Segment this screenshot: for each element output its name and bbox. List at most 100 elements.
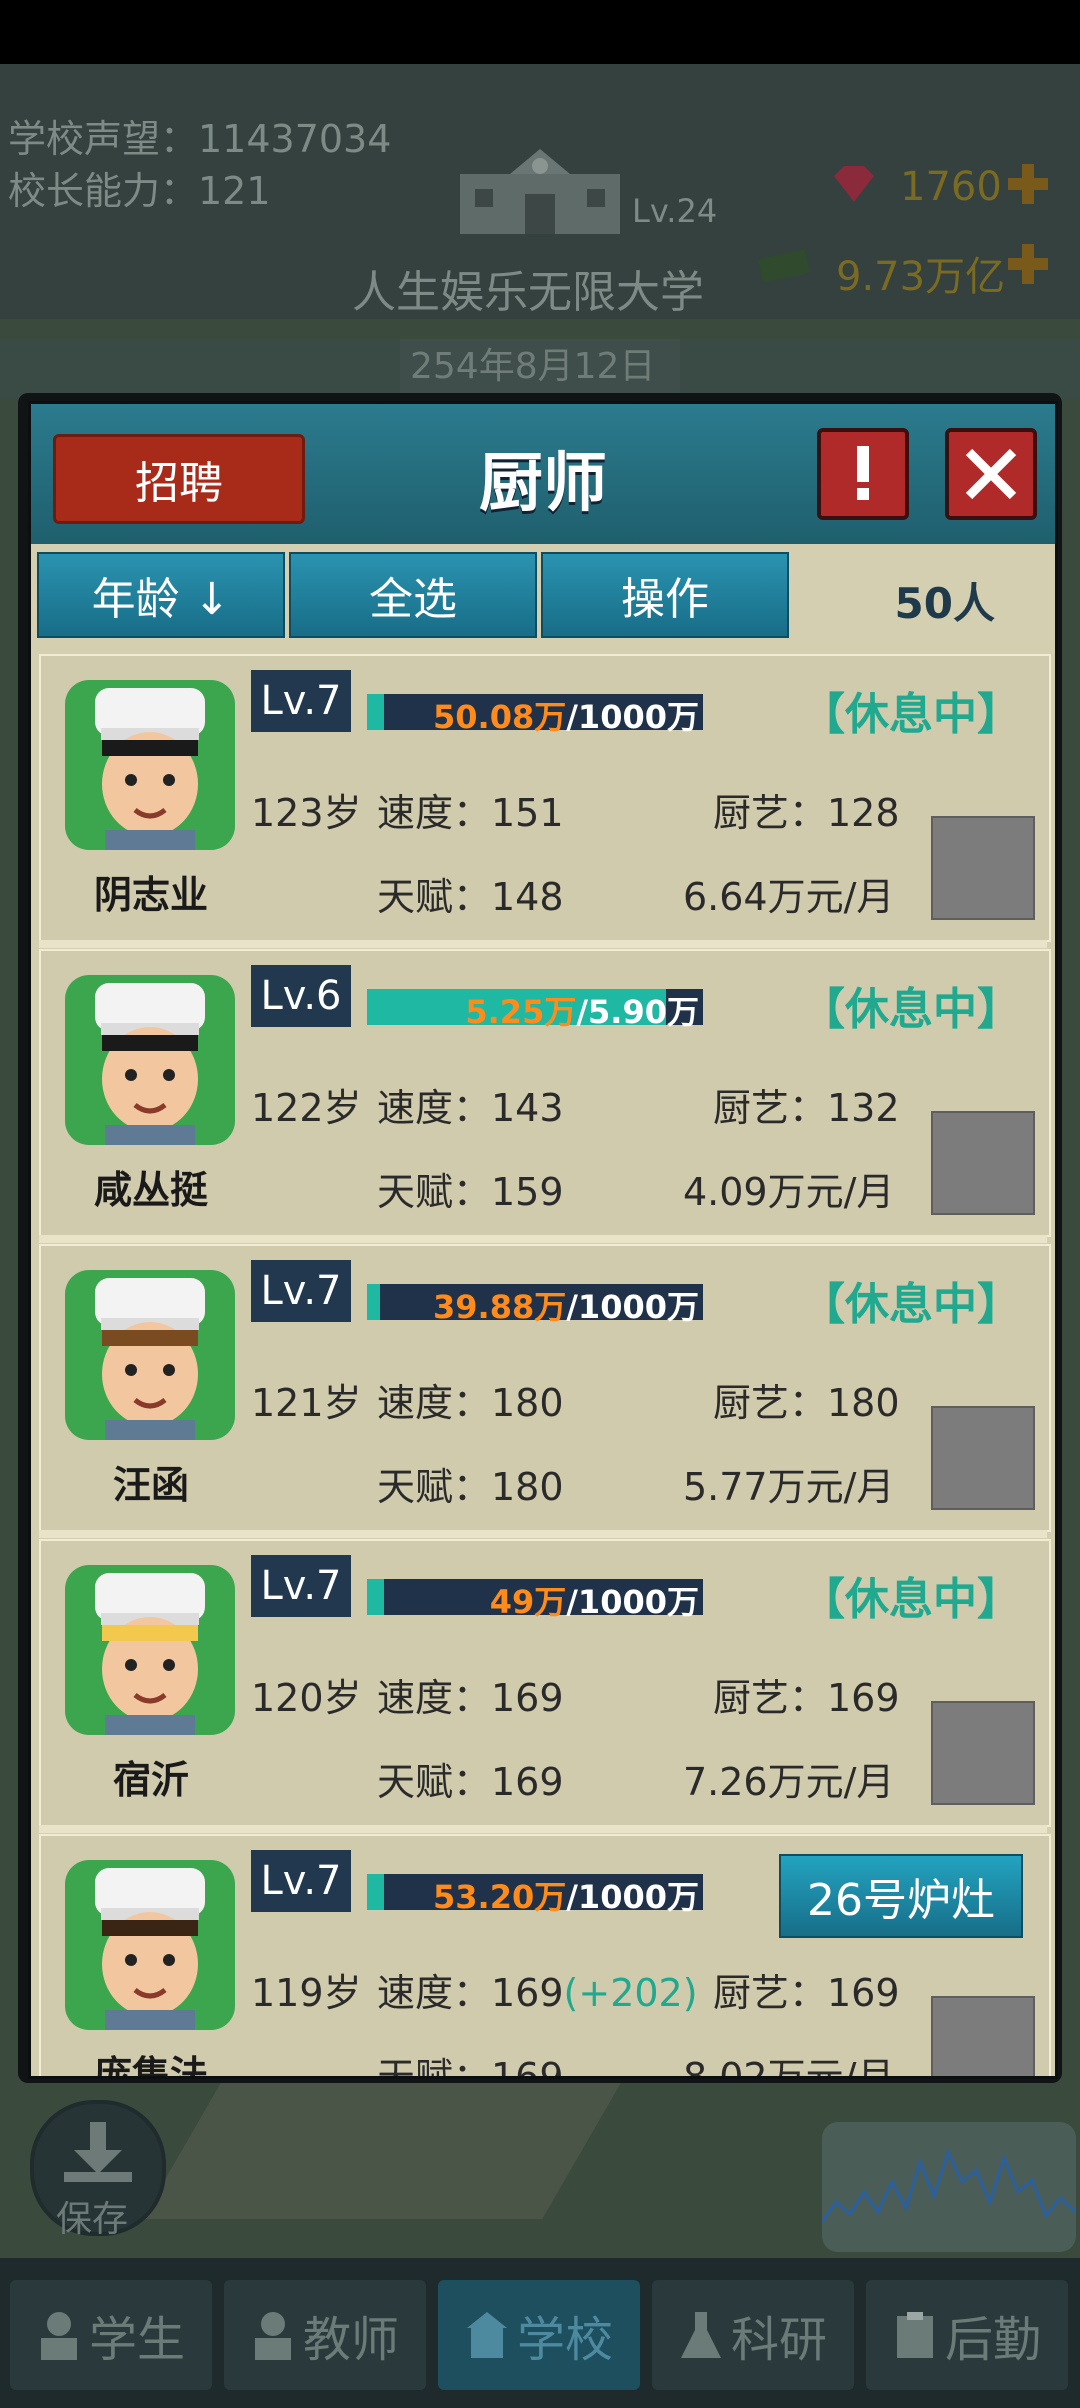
chef-speed-value: 速度：151 (377, 791, 564, 835)
download-icon (64, 2122, 132, 2182)
chef-name: 阴志业 (93, 873, 208, 917)
card-divider (39, 1235, 1047, 1243)
chef-cooking: 厨艺：132 (713, 1086, 900, 1130)
chef-status: 【休息中】 (801, 1574, 1021, 1625)
stove-assignment-button[interactable]: 26号炉灶 (779, 1854, 1023, 1938)
save-button[interactable]: 保存 (30, 2100, 166, 2240)
exp-current: 5.25万 (465, 993, 577, 1031)
chef-card[interactable]: 阴志业 Lv.7 50.08万/1000万 【休息中】 123岁 速度：151 … (39, 654, 1051, 942)
exp-text: 5.25万/5.90万 (465, 987, 699, 1033)
chef-salary: 4.09万元/月 (683, 1170, 895, 1214)
chef-status: 【休息中】 (801, 689, 1021, 740)
select-checkbox[interactable] (931, 1701, 1035, 1805)
chef-talent: 天赋：159 (377, 1170, 564, 1214)
exp-text: 53.20万/1000万 (433, 1872, 699, 1918)
money-icon (758, 249, 810, 283)
exp-total: /1000万 (566, 1878, 699, 1916)
chef-portrait-icon (95, 1573, 205, 1735)
chef-age: 120岁 (251, 1676, 362, 1720)
ability-label: 校长能力：121 (8, 169, 271, 213)
school-name: 人生娱乐无限大学 (352, 267, 704, 318)
chef-list: 阴志业 Lv.7 50.08万/1000万 【休息中】 123岁 速度：151 … (31, 404, 1055, 2076)
chef-portrait-icon (95, 1868, 205, 2030)
exp-bar: 50.08万/1000万 (367, 694, 703, 736)
save-label: 保存 (56, 2199, 129, 2240)
chef-status: 【休息中】 (801, 984, 1021, 1035)
student-icon (40, 2312, 77, 2360)
nav-research-label: 科研 (730, 2312, 827, 2368)
nav-students[interactable]: 学生 (10, 2280, 212, 2390)
chef-avatar (65, 1270, 235, 1440)
teacher-icon (254, 2312, 291, 2360)
exp-bar: 5.25万/5.90万 (367, 989, 703, 1031)
chef-age: 122岁 (251, 1086, 362, 1130)
trend-graph[interactable] (820, 2122, 1077, 2252)
exp-text: 39.88万/1000万 (433, 1282, 699, 1328)
chef-card[interactable]: 汪函 Lv.7 39.88万/1000万 【休息中】 121岁 速度：180 厨… (39, 1244, 1051, 1532)
chef-cooking: 厨艺：180 (713, 1381, 900, 1425)
money-count: 9.73万亿 (836, 254, 1006, 300)
exp-total: /1000万 (566, 698, 699, 736)
nav-school-label: 学校 (516, 2312, 613, 2368)
exp-text: 50.08万/1000万 (433, 692, 699, 738)
chef-name: 咸丛挺 (93, 1168, 208, 1212)
card-divider (39, 1825, 1047, 1833)
reputation-label: 学校声望：11437034 (8, 117, 392, 161)
chef-salary: 6.64万元/月 (683, 875, 895, 919)
nav-logistics[interactable]: 后勤 (866, 2280, 1068, 2390)
chef-level: Lv.7 (251, 1260, 351, 1322)
nav-teachers[interactable]: 教师 (224, 2280, 426, 2390)
school-header: 学校声望：11437034 校长能力：121 Lv.24 人生娱乐无限大学 17… (0, 64, 1080, 319)
chef-salary: 8.02万元/月 (683, 2046, 894, 2076)
select-checkbox[interactable] (931, 1406, 1035, 1510)
chef-level: Lv.6 (251, 965, 351, 1027)
chef-talent: 天赋：180 (377, 1465, 564, 1509)
gem-count: 1760 (900, 164, 1002, 210)
nav-students-label: 学生 (88, 2312, 185, 2368)
nav-teachers-label: 教师 (302, 2312, 399, 2368)
chef-avatar (65, 1860, 235, 2030)
clipboard-icon (896, 2312, 933, 2358)
chef-portrait-icon (95, 983, 205, 1145)
select-checkbox[interactable] (931, 816, 1035, 920)
chef-speed-value: 速度：143 (377, 1086, 564, 1130)
gem-icon (834, 166, 874, 202)
card-divider (39, 940, 1047, 948)
chef-card[interactable]: 宿沂 Lv.7 49万/1000万 【休息中】 120岁 速度：169 厨艺：1… (39, 1539, 1051, 1827)
nav-school[interactable]: 学校 (438, 2280, 640, 2390)
exp-bar: 39.88万/1000万 (367, 1284, 703, 1326)
game-date: 254年8月12日 (410, 346, 656, 387)
chef-salary: 5.77万元/月 (683, 1465, 895, 1509)
chef-speed: 速度：169(+202) (377, 1962, 698, 2017)
chef-salary: 7.26万元/月 (683, 1760, 895, 1804)
chef-talent: 天赋：148 (377, 875, 564, 919)
select-checkbox[interactable] (931, 1111, 1035, 1215)
chef-name: 宿沂 (112, 1758, 189, 1802)
chef-level: Lv.7 (251, 1850, 351, 1912)
chef-status: 【休息中】 (801, 1279, 1021, 1330)
trend-line-icon (820, 2147, 1077, 2223)
nav-research[interactable]: 科研 (652, 2280, 854, 2390)
flask-icon (680, 2312, 721, 2358)
bottom-nav: 学生 教师 学校 科研 后勤 (0, 2258, 1080, 2408)
chef-age: 121岁 (251, 1381, 362, 1425)
select-checkbox[interactable] (931, 1996, 1035, 2076)
exp-bar: 49万/1000万 (367, 1579, 703, 1621)
chef-cooking: 厨艺：128 (713, 791, 900, 835)
chef-age: 119岁 (251, 1971, 362, 2015)
chef-level: Lv.7 (251, 670, 351, 732)
school-level: Lv.24 (632, 192, 718, 230)
school-icon (466, 2312, 507, 2358)
chef-avatar (65, 975, 235, 1145)
chef-name: 庞集法 (93, 2053, 208, 2076)
chef-card[interactable]: 庞集法 Lv.7 53.20万/1000万 26号炉灶 119岁 速度：169(… (39, 1834, 1051, 2076)
exp-bar-fill (367, 1579, 384, 1615)
chef-talent: 天赋：169 (377, 1760, 564, 1804)
chef-cooking: 厨艺：169 (713, 1676, 900, 1720)
chef-speed-value: 速度：169 (377, 1676, 564, 1720)
chef-level: Lv.7 (251, 1555, 351, 1617)
school-building-icon (460, 149, 620, 234)
add-money-icon[interactable] (1006, 242, 1050, 286)
add-gem-icon[interactable] (1006, 162, 1050, 206)
chef-card[interactable]: 咸丛挺 Lv.6 5.25万/5.90万 【休息中】 122岁 速度：143 厨… (39, 949, 1051, 1237)
